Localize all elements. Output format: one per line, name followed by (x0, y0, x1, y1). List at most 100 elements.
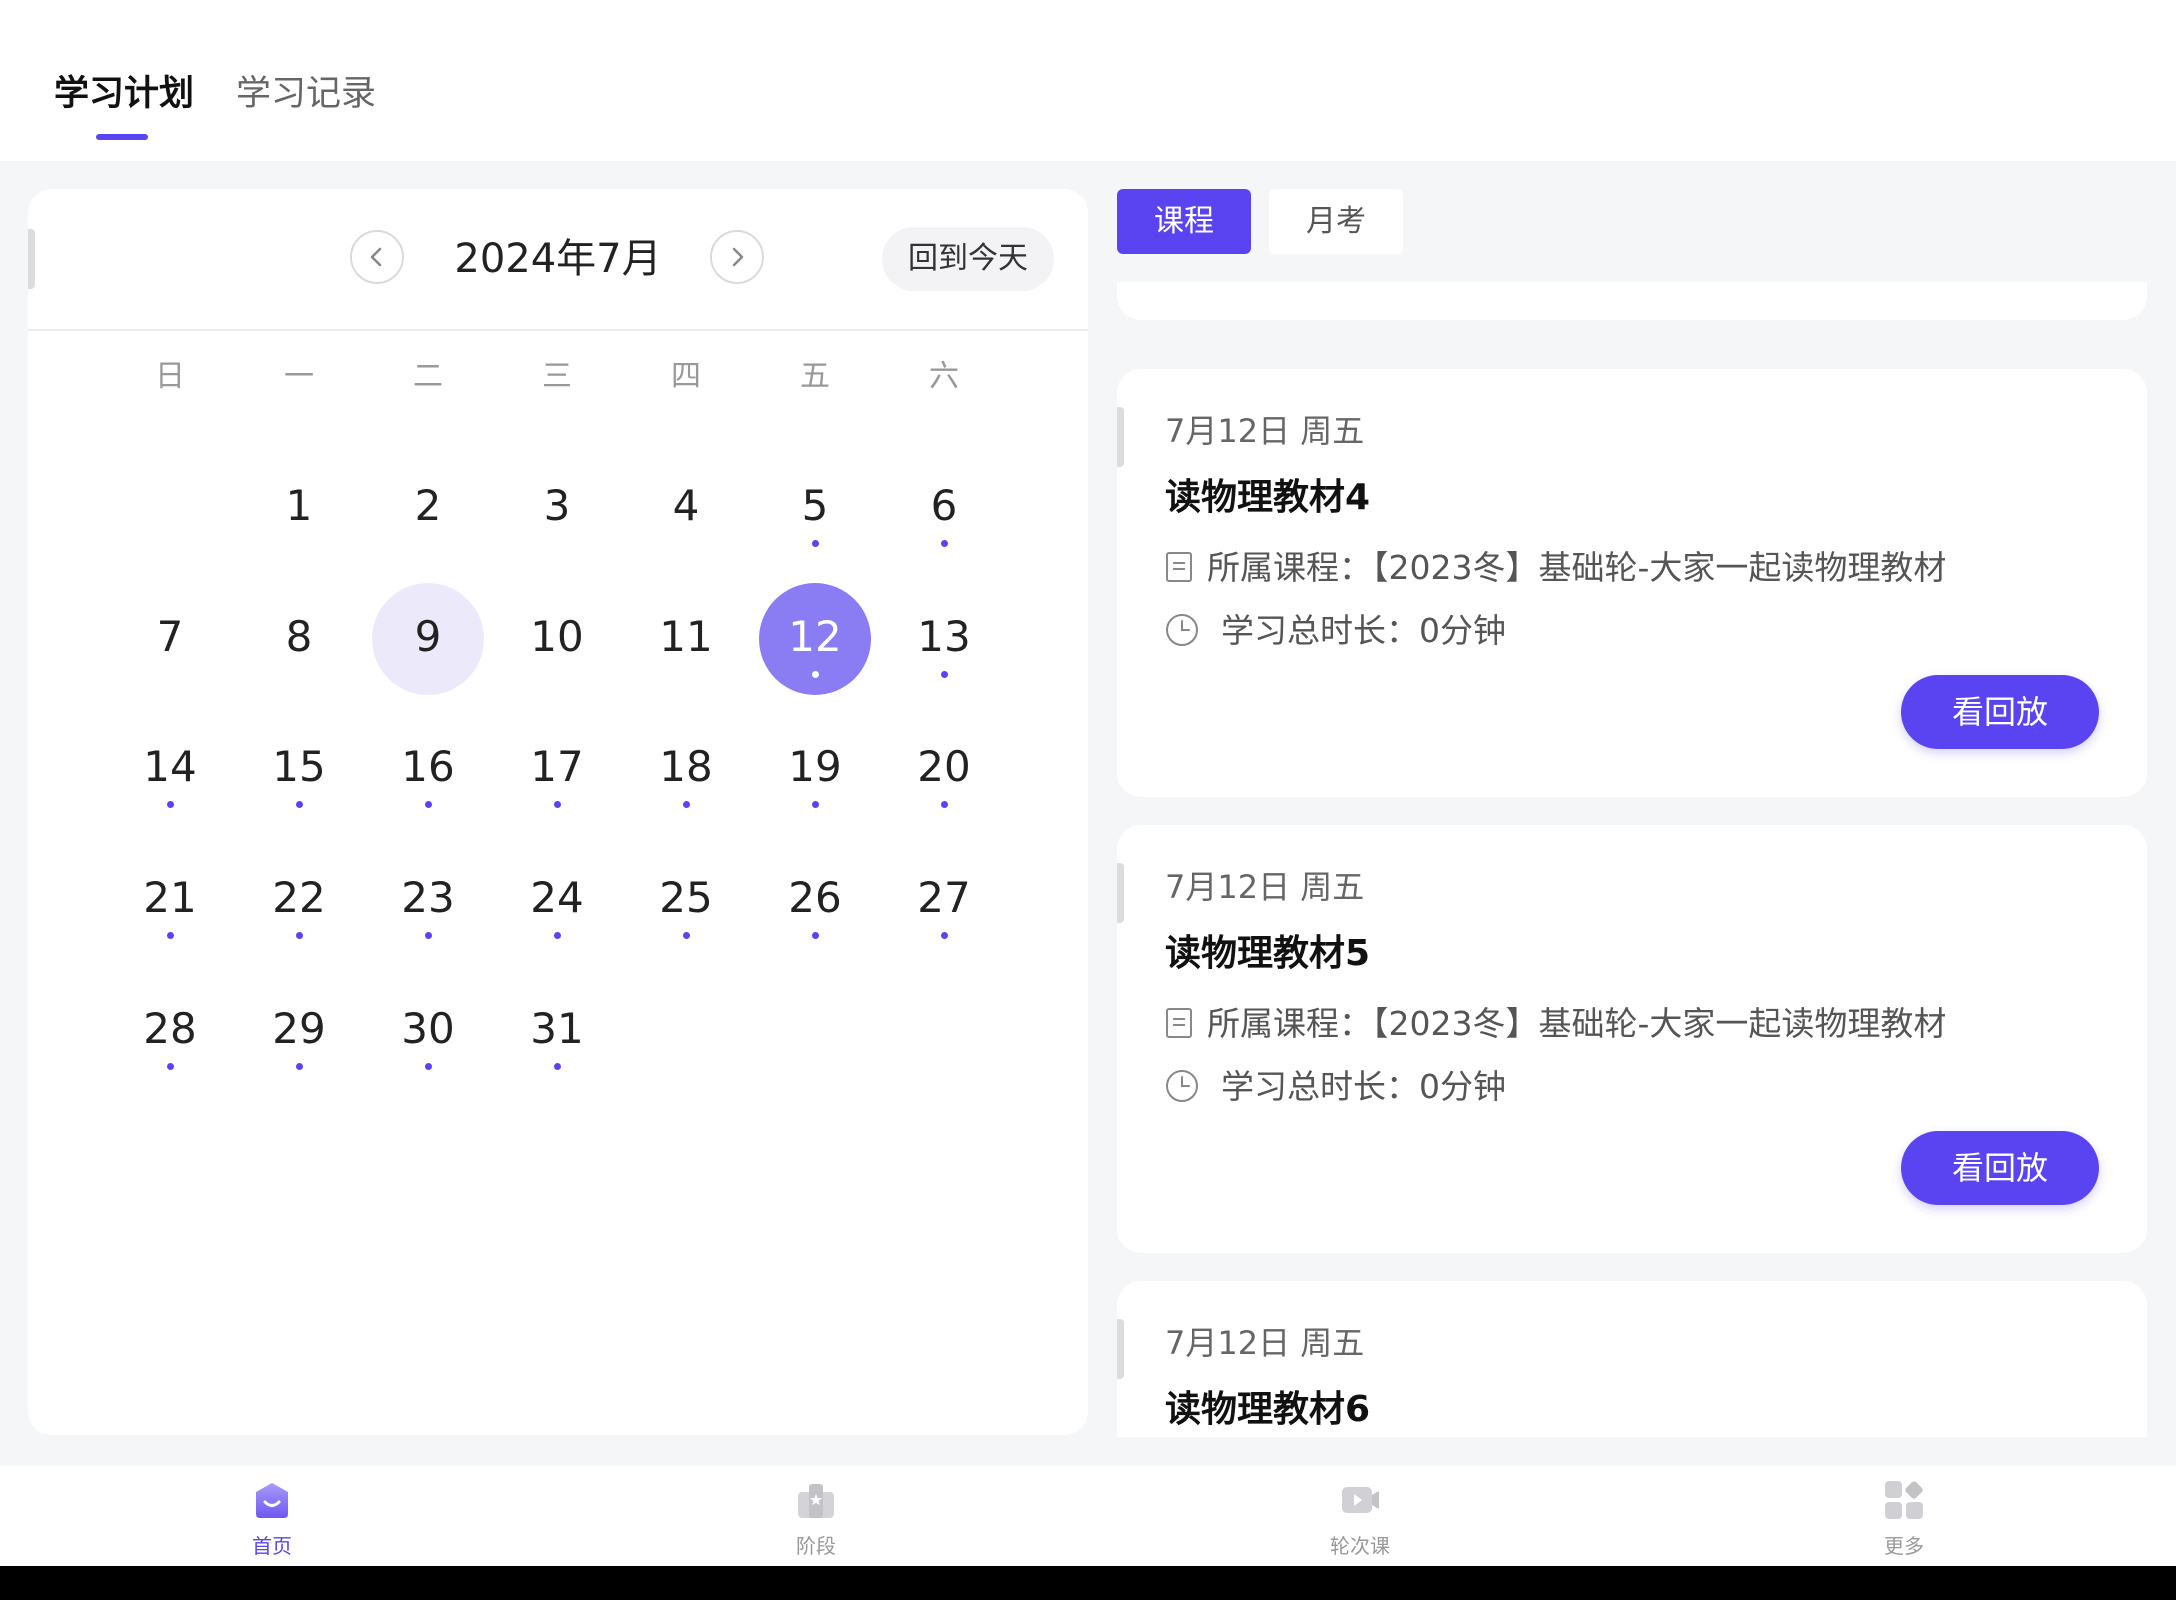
day-number: 6 (930, 481, 958, 530)
weekday-label: 五 (800, 359, 830, 394)
calendar-day[interactable]: 20 (888, 713, 1000, 825)
day-number: 31 (530, 1004, 584, 1053)
day-number: 18 (659, 742, 713, 791)
day-number: 24 (530, 873, 584, 922)
schedule-dot (296, 1063, 303, 1070)
top-bar: 学习计划 学习记录 (0, 0, 2176, 161)
calendar-day[interactable]: 13 (888, 583, 1000, 695)
weekday-label: 日 (155, 359, 185, 394)
clock-icon (1166, 1069, 1198, 1102)
day-number: 19 (788, 742, 842, 791)
schedule-dot (554, 801, 561, 808)
calendar-day[interactable]: 7 (114, 583, 226, 695)
calendar-day[interactable]: 10 (501, 583, 613, 695)
calendar-day[interactable]: 9 (372, 583, 484, 695)
calendar-day[interactable]: 1 (243, 452, 355, 564)
clock-icon (1166, 613, 1198, 646)
day-number: 27 (917, 873, 971, 922)
nav-more[interactable]: 更多 (1804, 1466, 2004, 1566)
schedule-dot (812, 801, 819, 808)
calendar-day[interactable]: 30 (372, 975, 484, 1087)
calendar-panel: 2024年7月 回到今天 日一二三四五六 1 2 3 4 5 6 7 8 9 10 11 12 13 14… (28, 189, 1088, 1435)
calendar-day[interactable]: 21 (114, 844, 226, 956)
calendar-day[interactable]: 4 (630, 452, 742, 564)
calendar-day[interactable]: 14 (114, 713, 226, 825)
day-number: 16 (401, 742, 455, 791)
schedule-dot (167, 932, 174, 939)
calendar-day[interactable]: 23 (372, 844, 484, 956)
more-grid-icon (1885, 1481, 1923, 1519)
card-accent-bar (1117, 407, 1124, 467)
next-month-button[interactable] (710, 230, 764, 284)
lesson-course-row: 所属课程：【2023冬】基础轮-大家一起读物理教材 (1165, 545, 1946, 591)
lesson-card: 7月12日 周五 读物理教材4 所属课程：【2023冬】基础轮-大家一起读物理教… (1117, 369, 2147, 797)
tab-study-plan[interactable]: 学习计划 (54, 70, 194, 118)
prev-month-button[interactable] (350, 230, 404, 284)
nav-home-label: 首页 (252, 1534, 292, 1558)
day-number: 1 (285, 481, 313, 530)
calendar-day[interactable]: 29 (243, 975, 355, 1087)
day-number: 15 (272, 742, 326, 791)
document-icon (1166, 551, 1192, 582)
lesson-card: 7月12日 周五 读物理教材6 (1117, 1281, 2147, 1437)
calendar-day[interactable]: 26 (759, 844, 871, 956)
calendar-day[interactable]: 2 (372, 452, 484, 564)
calendar-day[interactable]: 11 (630, 583, 742, 695)
calendar-day[interactable]: 19 (759, 713, 871, 825)
schedule-dot (296, 801, 303, 808)
day-number: 11 (659, 612, 713, 661)
calendar-day[interactable]: 24 (501, 844, 613, 956)
video-icon (1342, 1487, 1379, 1513)
schedule-dot (167, 801, 174, 808)
system-bar (0, 1566, 2176, 1600)
calendar-divider (28, 329, 1088, 331)
chevron-right-icon (732, 247, 744, 267)
calendar-day[interactable]: 27 (888, 844, 1000, 956)
calendar-day[interactable]: 17 (501, 713, 613, 825)
calendar-day[interactable]: 28 (114, 975, 226, 1087)
calendar-day[interactable]: 6 (888, 452, 1000, 564)
day-number: 14 (143, 742, 197, 791)
document-icon (1166, 1007, 1192, 1038)
nav-stage-label: 阶段 (796, 1534, 836, 1558)
duration-value: 0分钟 (1419, 611, 1506, 650)
nav-more-label: 更多 (1884, 1534, 1924, 1558)
lesson-list[interactable]: 7月12日 周五 读物理教材4 所属课程：【2023冬】基础轮-大家一起读物理教… (1117, 282, 2147, 1437)
schedule-dot (812, 671, 819, 678)
calendar-day[interactable]: 3 (501, 452, 613, 564)
duration-label: 学习总时长： (1221, 611, 1419, 650)
lesson-duration-row: 学习总时长：0分钟 (1165, 1064, 1506, 1110)
schedule-dot (425, 801, 432, 808)
course-value: 【2023冬】基础轮-大家一起读物理教材 (1372, 1004, 1947, 1043)
nav-stage[interactable]: 阶段 (716, 1466, 916, 1566)
calendar-day[interactable]: 31 (501, 975, 613, 1087)
schedule-dot (941, 671, 948, 678)
schedule-dot (683, 801, 690, 808)
replay-button[interactable]: 看回放 (1901, 1131, 2099, 1205)
day-number: 28 (143, 1004, 197, 1053)
calendar-header: 2024年7月 回到今天 (28, 189, 1088, 329)
weekday-label: 二 (413, 359, 443, 394)
calendar-day[interactable]: 5 (759, 452, 871, 564)
calendar-day[interactable]: 15 (243, 713, 355, 825)
calendar-day[interactable]: 16 (372, 713, 484, 825)
nav-rounds[interactable]: 轮次课 (1260, 1466, 1460, 1566)
chevron-left-icon (370, 247, 382, 267)
calendar-day[interactable]: 22 (243, 844, 355, 956)
calendar-day[interactable]: 12 (759, 583, 871, 695)
tab-monthly-exam[interactable]: 月考 (1269, 189, 1403, 254)
lesson-card-partial (1117, 282, 2147, 320)
calendar-day[interactable]: 18 (630, 713, 742, 825)
calendar-day[interactable]: 25 (630, 844, 742, 956)
replay-button[interactable]: 看回放 (1901, 675, 2099, 749)
day-number: 29 (272, 1004, 326, 1053)
nav-home[interactable]: 首页 (172, 1466, 372, 1566)
tab-study-record[interactable]: 学习记录 (236, 70, 376, 118)
day-number: 20 (917, 742, 971, 791)
day-number: 22 (272, 873, 326, 922)
back-to-today-button[interactable]: 回到今天 (882, 227, 1054, 291)
calendar-day[interactable]: 8 (243, 583, 355, 695)
course-value: 【2023冬】基础轮-大家一起读物理教材 (1372, 548, 1947, 587)
day-number: 10 (530, 612, 584, 661)
tab-course[interactable]: 课程 (1117, 189, 1251, 254)
